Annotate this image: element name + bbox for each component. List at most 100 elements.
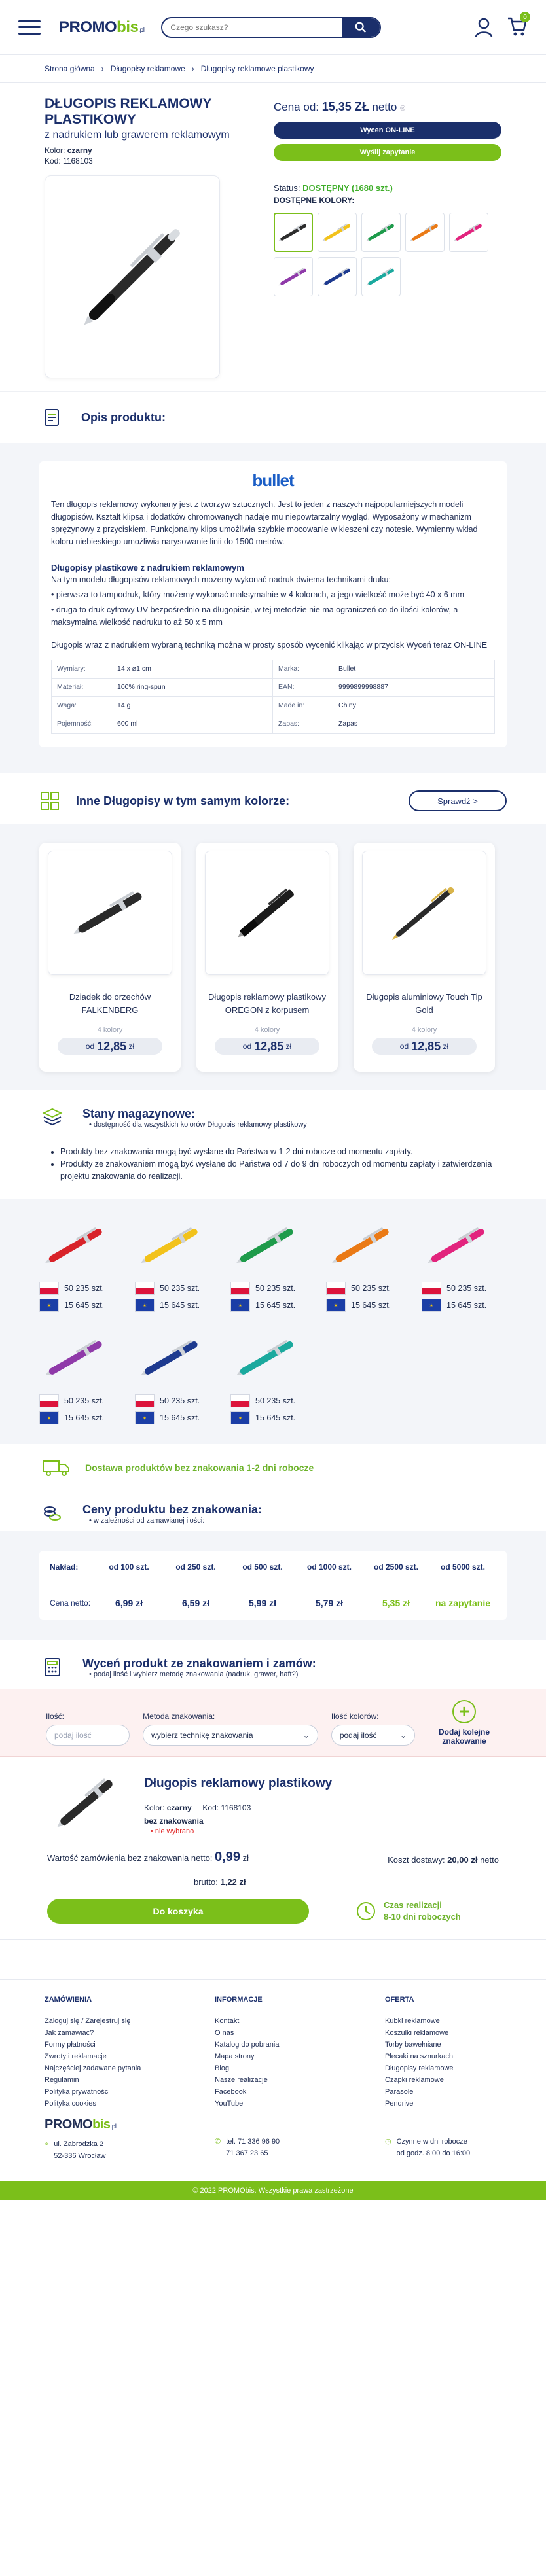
site-footer: ZAMÓWIENIA Zaloguj się / Zarejestruj się… (0, 1979, 546, 2200)
footer-link[interactable]: Jak zamawiać? (45, 2027, 161, 2039)
footer-link[interactable]: Najczęściej zadawane pytania (45, 2062, 161, 2074)
menu-icon[interactable] (18, 20, 41, 35)
cart-button[interactable]: 0 (507, 12, 530, 39)
color-swatch[interactable] (274, 213, 313, 252)
search-input[interactable] (162, 22, 342, 32)
footer-link[interactable]: Plecaki na sznurkach (385, 2051, 501, 2062)
description-header: Opis produktu: (0, 391, 546, 443)
stock-icon (42, 1108, 63, 1126)
footer-link[interactable]: Kontakt (215, 2015, 331, 2027)
stock-item: 50 235 szt. ✶ 15 645 szt. (135, 1212, 230, 1312)
color-swatch[interactable] (318, 257, 357, 296)
breadcrumb-category[interactable]: Długopisy reklamowe (111, 64, 185, 73)
product-card-colors: 4 kolory (254, 1026, 280, 1034)
similar-heading: Inne Długopisy w tym samym kolorze: (76, 794, 290, 807)
product-card[interactable]: Dziadek do orzechów FALKENBERG 4 kolory od… (39, 843, 181, 1072)
site-header: PROMObis.pl 0 (0, 0, 546, 55)
footer-link[interactable]: Zwroty i reklamacje (45, 2051, 161, 2062)
check-button[interactable]: Sprawdź > (409, 790, 507, 811)
footer-link[interactable]: Mapa strony (215, 2051, 331, 2062)
footer-link[interactable]: Formy płatności (45, 2039, 161, 2051)
stock-item: 50 235 szt. ✶ 15 645 szt. (135, 1325, 230, 1424)
pen-image (322, 223, 350, 241)
product-subtitle: z nadrukiem lub grawerem reklamowym (45, 130, 230, 141)
footer-link[interactable]: Regulamin (45, 2074, 161, 2086)
breadcrumb-home[interactable]: Strona główna (45, 64, 95, 73)
color-swatch[interactable] (361, 213, 401, 252)
product-card-name[interactable]: Dziadek do orzechów FALKENBERG (47, 991, 173, 1017)
footer-link[interactable]: Pendrive (385, 2098, 501, 2109)
footer-link[interactable]: Nasze realizacje (215, 2074, 331, 2086)
footer-link[interactable]: O nas (215, 2027, 331, 2039)
footer-link[interactable]: Czapki reklamowe (385, 2074, 501, 2086)
product-card-colors: 4 kolory (411, 1026, 437, 1034)
price-cell: na zapytanie (435, 1598, 491, 1608)
footer-link[interactable]: Katalog do pobrania (215, 2039, 331, 2051)
prices-note: w zależności od zamawianej ilości: (89, 1517, 262, 1525)
search-button[interactable] (342, 18, 380, 37)
footer-link[interactable]: Facebook (215, 2086, 331, 2098)
send-inquiry-button[interactable]: Wyślij zapytanie (274, 144, 501, 161)
poland-flag-icon (230, 1394, 250, 1407)
product-card-colors: 4 kolory (97, 1026, 123, 1034)
quantity-cell: od 2500 szt. (373, 1562, 419, 1572)
color-swatch[interactable] (318, 213, 357, 252)
product-card-price: od 12,85 zł (372, 1038, 477, 1055)
color-swatch[interactable] (361, 257, 401, 296)
add-to-cart-button[interactable]: Do koszyka (47, 1899, 309, 1924)
qty-input[interactable]: podaj ilość (46, 1725, 130, 1746)
colors-select[interactable]: podaj ilość ⌄ (331, 1725, 415, 1746)
clock-icon (357, 1902, 375, 1920)
user-icon[interactable] (474, 17, 494, 38)
spec-row: Pojemność: 600 ml (52, 715, 273, 733)
product-image[interactable] (45, 175, 220, 378)
site-logo[interactable]: PROMObis.pl (59, 18, 145, 37)
method-select[interactable]: wybierz technikę znakowania ⌄ (143, 1725, 318, 1746)
footer-link[interactable]: Torby bawełniane (385, 2039, 501, 2051)
footer-link[interactable]: Polityka cookies (45, 2098, 161, 2109)
product-card[interactable]: Długopis aluminiowy Touch Tip Gold 4 kolo… (354, 843, 495, 1072)
eu-flag-icon: ✶ (326, 1299, 346, 1312)
spec-row: Zapas: Zapas (273, 715, 494, 733)
product-card-name[interactable]: Długopis reklamowy plastikowy OREGON z k… (204, 991, 330, 1017)
product-color: Kolor: czarny (45, 146, 92, 155)
footer-link[interactable]: Zaloguj się / Zarejestruj się (45, 2015, 161, 2027)
product-card-image[interactable] (362, 851, 486, 975)
eu-flag-icon: ✶ (422, 1299, 441, 1312)
color-swatch[interactable] (405, 213, 445, 252)
quantity-cell: od 1000 szt. (306, 1562, 352, 1572)
add-marking-button[interactable]: + Dodaj kolejne znakowanie (428, 1700, 500, 1746)
marking-config: Ilość: podaj ilość Metoda znakowania: wy… (0, 1689, 546, 1757)
plus-icon: + (452, 1700, 476, 1723)
breadcrumb-current[interactable]: Długopisy reklamowe plastikowy (201, 64, 314, 73)
product-price: Cena od: 15,35 ZŁ netto ® (274, 100, 406, 113)
footer-link[interactable]: Polityka prywatności (45, 2086, 161, 2098)
footer-link[interactable]: Długopisy reklamowe (385, 2062, 501, 2074)
color-swatch[interactable] (274, 257, 313, 296)
footer-link[interactable]: Parasole (385, 2086, 501, 2098)
footer-logo[interactable]: PROMObis.pl (45, 2118, 161, 2133)
quantity-cell: od 500 szt. (242, 1562, 283, 1572)
pen-image (141, 1227, 198, 1263)
footer-link[interactable]: Blog (215, 2062, 331, 2074)
price-online-button[interactable]: Wycen ON-LINE (274, 122, 501, 139)
eu-flag-icon: ✶ (39, 1411, 59, 1424)
product-card-image[interactable] (48, 851, 172, 975)
spec-row: Wymiary: 14 x ⌀1 cm (52, 660, 273, 679)
footer-link[interactable]: YouTube (215, 2098, 331, 2109)
pen-image (278, 223, 306, 241)
summary-title: Długopis reklamowy plastikowy (144, 1776, 333, 1790)
stock-grid: 50 235 szt. ✶ 15 645 szt. 50 235 szt. ✶ 15 64… (0, 1199, 546, 1444)
product-card[interactable]: Długopis reklamowy plastikowy OREGON z k… (196, 843, 338, 1072)
truck-icon (43, 1460, 69, 1476)
order-totals: Wartość zamówienia bez znakowania netto:… (47, 1850, 499, 1869)
clock-icon: ◷ (385, 2138, 391, 2145)
stock-note: dostępność dla wszystkich kolorów Długop… (89, 1121, 307, 1129)
phone-icon: ✆ (215, 2138, 221, 2145)
footer-link[interactable]: Koszulki reklamowe (385, 2027, 501, 2039)
product-card-name[interactable]: Długopis aluminiowy Touch Tip Gold (361, 991, 487, 1017)
footer-link[interactable]: Kubki reklamowe (385, 2015, 501, 2027)
document-icon (45, 409, 59, 426)
color-swatch[interactable] (449, 213, 488, 252)
product-card-image[interactable] (205, 851, 329, 975)
